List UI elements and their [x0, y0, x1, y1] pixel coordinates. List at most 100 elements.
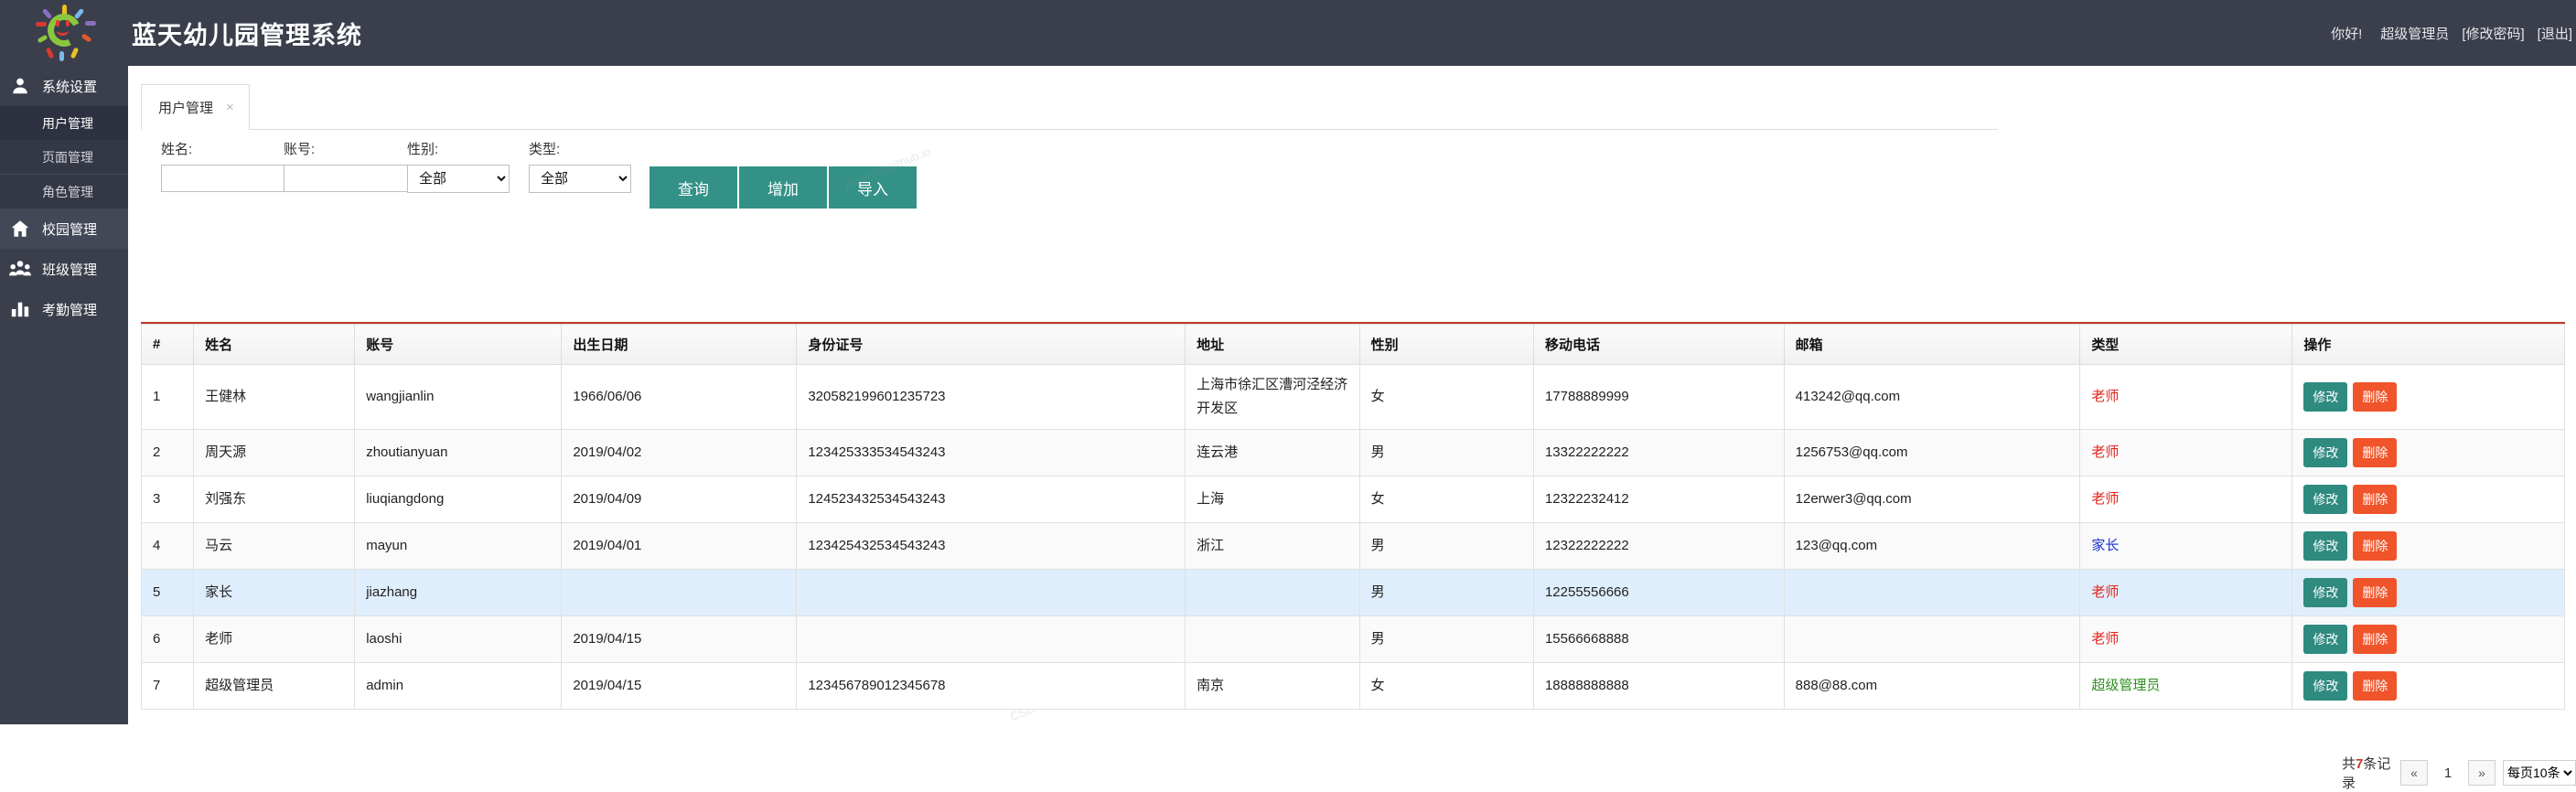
edit-button[interactable]: 修改 [2303, 578, 2348, 607]
account-input[interactable] [284, 165, 416, 192]
cell-gender: 男 [1358, 615, 1534, 663]
user-table-container: # 姓名 账号 出生日期 身份证号 地址 性别 移动电话 邮箱 类型 操作 1王… [140, 322, 2565, 710]
delete-button[interactable]: 删除 [2353, 671, 2398, 701]
sidebar-group-campus-management[interactable]: 校园管理 [0, 209, 128, 249]
cell-index: 1 [140, 364, 195, 430]
col-idcard: 身份证号 [796, 324, 1186, 365]
tab-user-management[interactable]: 用户管理 × [141, 84, 250, 130]
cell-address: 上海市徐汇区漕河泾经济开发区 [1185, 364, 1360, 430]
change-password-link[interactable]: [修改密码] [2462, 24, 2524, 43]
logout-link[interactable]: [退出] [2538, 24, 2572, 43]
cell-name: 家长 [193, 569, 356, 616]
edit-button[interactable]: 修改 [2303, 531, 2348, 561]
cell-name: 马云 [193, 522, 356, 570]
cell-gender: 女 [1358, 662, 1534, 710]
current-page[interactable]: 1 [2435, 765, 2461, 781]
gender-label: 性别: [407, 142, 439, 157]
delete-button[interactable]: 删除 [2353, 625, 2398, 654]
prev-page-button[interactable]: « [2400, 760, 2428, 786]
cell-address [1185, 615, 1360, 663]
cell-birth: 2019/04/01 [561, 522, 798, 570]
cell-idcard: 124523432534543243 [796, 476, 1186, 523]
page-size-select[interactable]: 每页10条 [2503, 760, 2576, 786]
cell-email: 123@qq.com [1783, 522, 2081, 570]
col-phone: 移动电话 [1532, 324, 1785, 365]
group-icon [9, 258, 31, 280]
cell-account: admin [354, 662, 563, 710]
cell-email: 12erwer3@qq.com [1783, 476, 2081, 523]
delete-button[interactable]: 删除 [2353, 485, 2398, 514]
sidebar-group-label: 考勤管理 [42, 302, 98, 318]
table-row[interactable]: 6 老师 laoshi 2019/04/15 男 15566668888 老师 修改 删除 [140, 615, 2565, 663]
add-button[interactable]: 增加 [739, 166, 827, 209]
query-button[interactable]: 查询 [649, 166, 737, 209]
cell-gender: 男 [1358, 429, 1534, 476]
table-header-row: # 姓名 账号 出生日期 身份证号 地址 性别 移动电话 邮箱 类型 操作 [140, 324, 2565, 365]
record-count: 7 [2356, 756, 2364, 772]
greeting-text: 你好! [2331, 26, 2363, 42]
cell-address: 南京 [1185, 662, 1360, 710]
cell-idcard: 320582199601235723 [796, 364, 1186, 430]
delete-button[interactable]: 删除 [2353, 438, 2398, 467]
table-row[interactable]: 3 刘强东 liuqiangdong 2019/04/09 12452343253454… [140, 476, 2565, 523]
table-row[interactable]: 2 周天源 zhoutianyuan 2019/04/02 12342533353454… [140, 429, 2565, 476]
import-button[interactable]: 导入 [829, 166, 917, 209]
next-page-button[interactable]: » [2468, 760, 2496, 786]
edit-button[interactable]: 修改 [2303, 671, 2348, 701]
cell-idcard [796, 569, 1186, 616]
cell-address: 浙江 [1185, 522, 1360, 570]
name-input[interactable] [161, 165, 294, 192]
action-button-row: 查询 增加 导入 [649, 166, 917, 209]
sidebar-submenu-system-settings: 用户管理 页面管理 角色管理 [0, 106, 128, 209]
table-row[interactable]: 5 家长 jiazhang 男 12255556666 老师 修改 删除 [140, 569, 2565, 616]
col-birth: 出生日期 [561, 324, 798, 365]
sidebar-group-system-settings[interactable]: 系统设置 [0, 66, 128, 106]
cell-actions: 修改 删除 [2292, 662, 2565, 710]
action-buttons: 修改 删除 [2303, 671, 2553, 701]
table-row[interactable]: 7 超级管理员 admin 2019/04/15 123456789012345678 南… [140, 662, 2565, 710]
edit-button[interactable]: 修改 [2303, 625, 2348, 654]
cell-address: 上海 [1185, 476, 1360, 523]
cell-email [1783, 615, 2081, 663]
sidebar-item-page-management[interactable]: 页面管理 [0, 140, 128, 174]
delete-button[interactable]: 删除 [2353, 531, 2398, 561]
action-buttons: 修改 删除 [2303, 382, 2553, 412]
logo [0, 0, 128, 66]
cell-address: 连云港 [1185, 429, 1360, 476]
cell-actions: 修改 删除 [2292, 476, 2565, 523]
tab-strip: 用户管理 × [141, 84, 1998, 130]
cell-index: 7 [140, 662, 195, 710]
edit-button[interactable]: 修改 [2303, 438, 2348, 467]
edit-button[interactable]: 修改 [2303, 382, 2348, 412]
close-icon[interactable]: × [226, 100, 234, 115]
cell-phone: 13322222222 [1532, 429, 1785, 476]
delete-button[interactable]: 删除 [2353, 382, 2398, 412]
cell-name: 刘强东 [193, 476, 356, 523]
cell-type: 老师 [2079, 364, 2293, 430]
cell-type: 老师 [2079, 429, 2293, 476]
delete-button[interactable]: 删除 [2353, 578, 2398, 607]
record-total: 共7条记录 [2342, 756, 2391, 791]
type-select[interactable]: 全部 [529, 165, 631, 193]
cell-index: 2 [140, 429, 195, 476]
sidebar-item-role-management[interactable]: 角色管理 [0, 175, 128, 209]
cell-account: zhoutianyuan [354, 429, 563, 476]
cell-idcard: 123425432534543243 [796, 522, 1186, 570]
table-row[interactable]: 1 王健林 wangjianlin 1966/06/06 320582199601235… [140, 364, 2565, 430]
edit-button[interactable]: 修改 [2303, 485, 2348, 514]
name-field-group: 姓名: [161, 139, 294, 192]
table-row[interactable]: 4 马云 mayun 2019/04/01 123425432534543243 浙江男 1… [140, 522, 2565, 570]
cell-actions: 修改 删除 [2292, 364, 2565, 430]
pagination: 共7条记录 « 1 » 每页10条 [2342, 754, 2576, 792]
gender-select[interactable]: 全部 [407, 165, 510, 193]
sidebar-item-user-management[interactable]: 用户管理 [0, 106, 128, 140]
sidebar-group-label: 班级管理 [42, 262, 98, 278]
col-name: 姓名 [193, 324, 356, 365]
sidebar-group-attendance-management[interactable]: 考勤管理 [0, 289, 128, 329]
sidebar-group-class-management[interactable]: 班级管理 [0, 249, 128, 289]
cell-index: 6 [140, 615, 195, 663]
action-buttons: 修改 删除 [2303, 625, 2553, 654]
cell-phone: 15566668888 [1532, 615, 1785, 663]
cell-account: laoshi [354, 615, 563, 663]
cell-birth: 1966/06/06 [561, 364, 798, 430]
